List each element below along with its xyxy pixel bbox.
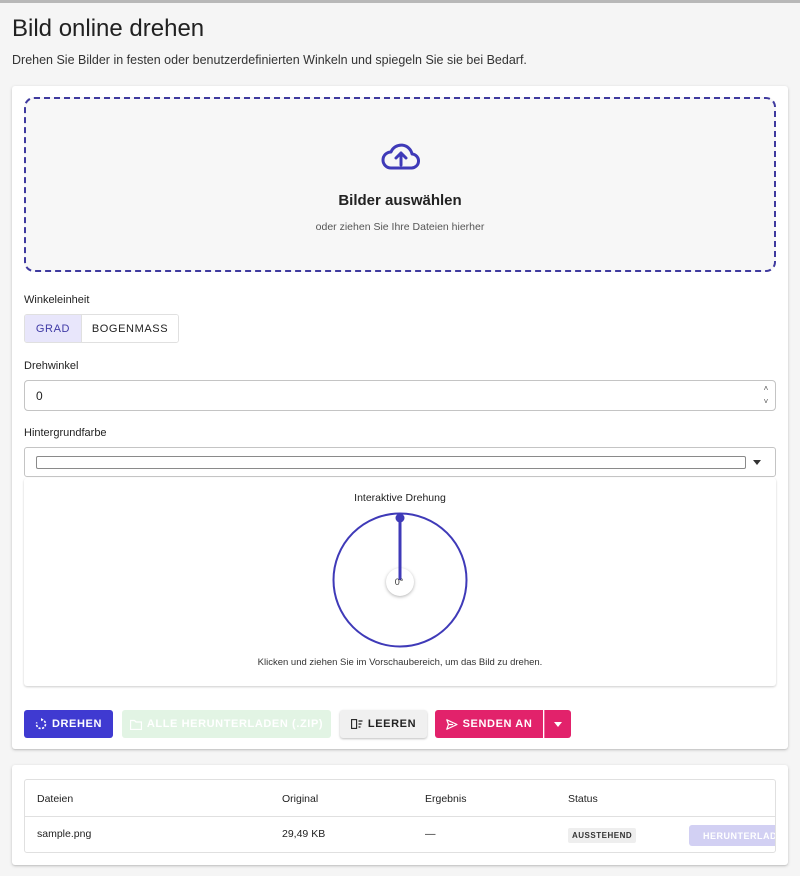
header-status: Status [568, 793, 598, 805]
clear-button-label: LEEREN [367, 718, 417, 730]
angle-readout: 0° [395, 577, 404, 587]
interactive-rotation-panel: Interaktive Drehung 0° Klicken und ziehe… [24, 478, 776, 686]
chevron-down-icon [554, 721, 562, 727]
color-swatch [36, 456, 746, 469]
spin-down-icon[interactable]: ˅ [761, 397, 771, 407]
page-subtitle: Drehen Sie Bilder in festen oder benutze… [12, 53, 527, 67]
files-table: Dateien Original Ergebnis Status sample.… [24, 779, 776, 853]
background-color-label: Hintergrundfarbe [24, 427, 107, 439]
file-dropzone[interactable]: Bilder auswählen oder ziehen Sie Ihre Da… [24, 97, 776, 272]
header-original: Original [282, 793, 319, 805]
send-to-button[interactable]: SENDEN AN [435, 710, 543, 738]
rotate-button-label: DREHEN [51, 718, 103, 730]
send-icon [445, 718, 458, 730]
preview-hint: Klicken und ziehen Sie im Vorschaubereic… [257, 657, 543, 668]
file-result: — [425, 828, 436, 840]
send-to-label: SENDEN AN [462, 718, 533, 730]
download-all-label: ALLE HERUNTERLADEN (.ZIP) [146, 718, 324, 730]
header-result: Ergebnis [425, 793, 467, 805]
download-all-zip-button[interactable]: ALLE HERUNTERLADEN (.ZIP) [122, 710, 331, 738]
angle-unit-label: Winkeleinheit [24, 294, 90, 306]
angle-unit-toggle: GRAD BOGENMASS [24, 314, 179, 343]
header-divider [25, 816, 775, 817]
status-badge: AUSSTEHEND [568, 828, 637, 843]
unit-radians-button[interactable]: BOGENMASS [82, 315, 178, 342]
background-color-picker[interactable] [24, 447, 776, 477]
preview-title: Interaktive Drehung [354, 492, 446, 504]
rotation-angle-label: Drehwinkel [24, 360, 79, 372]
spin-up-icon[interactable]: ˄ [761, 384, 771, 394]
rotation-dial[interactable]: 0° [330, 510, 470, 650]
folder-zip-icon [129, 719, 142, 730]
rotate-button[interactable]: DREHEN [24, 710, 113, 738]
dropzone-title: Bilder auswählen [338, 192, 462, 209]
clear-all-icon [350, 719, 363, 729]
page-title: Bild online drehen [12, 15, 205, 42]
rotate-tool-card: Bilder auswählen oder ziehen Sie Ihre Da… [12, 86, 788, 749]
clear-button[interactable]: LEEREN [340, 710, 427, 738]
send-to-menu-button[interactable] [544, 710, 571, 738]
file-download-label: HERUNTERLADEN [703, 830, 776, 841]
chevron-down-icon [753, 460, 761, 465]
unit-degrees-button[interactable]: GRAD [25, 315, 82, 342]
file-name: sample.png [37, 828, 92, 840]
file-original-size: 29,49 KB [282, 828, 326, 840]
rotation-angle-input[interactable]: 0 ˄ ˅ [24, 380, 776, 411]
rotation-handle [395, 513, 405, 523]
dropzone-hint: oder ziehen Sie Ihre Dateien hierher [315, 221, 485, 233]
rotate-icon [35, 718, 47, 730]
files-card: Dateien Original Ergebnis Status sample.… [12, 765, 788, 865]
cloud-upload-icon [381, 143, 420, 170]
rotation-angle-value: 0 [36, 389, 43, 403]
header-files: Dateien [37, 793, 74, 805]
file-download-button[interactable]: HERUNTERLADEN [689, 825, 776, 846]
